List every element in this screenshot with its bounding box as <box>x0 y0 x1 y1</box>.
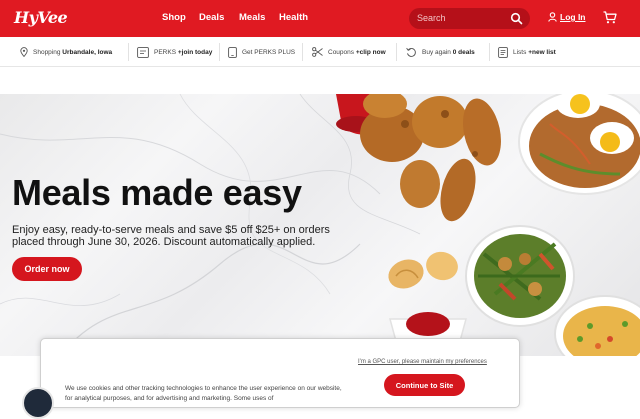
order-now-button[interactable]: Order now <box>12 257 82 281</box>
phone-icon <box>228 46 237 58</box>
nav-shop[interactable]: Shop <box>162 12 186 23</box>
perks-join-link[interactable]: PERKS +join today <box>137 37 212 67</box>
hyvee-logo[interactable]: HyVee <box>14 8 68 27</box>
user-icon <box>548 12 557 22</box>
search-icon[interactable] <box>510 12 523 25</box>
coupons-link[interactable]: Coupons +clip now <box>312 37 386 67</box>
coupons-action: +clip now <box>355 48 386 56</box>
perks-plus-label: Get PERKS PLUS <box>242 48 296 56</box>
nav-deals[interactable]: Deals <box>199 12 224 23</box>
hero-title: Meals made easy <box>12 172 302 213</box>
divider <box>128 43 129 61</box>
nav-health[interactable]: Health <box>279 12 308 23</box>
location-pin-icon <box>20 47 28 57</box>
scissors-icon <box>312 47 323 57</box>
store-name: Urbandale, Iowa <box>62 48 113 56</box>
accessibility-badge[interactable] <box>22 387 54 419</box>
lists-link[interactable]: Lists +new list <box>498 37 556 67</box>
store-prefix: Shopping <box>33 48 61 56</box>
store-selector[interactable]: Shopping Urbandale, Iowa <box>20 37 112 67</box>
lists-action: +new list <box>528 48 556 56</box>
reorder-icon <box>406 47 416 57</box>
utility-bar: Shopping Urbandale, Iowa PERKS +join tod… <box>0 37 640 67</box>
perks-action: +join today <box>177 48 213 56</box>
hero-banner: Meals made easy Enjoy easy, ready-to-ser… <box>0 94 640 356</box>
divider <box>489 43 490 61</box>
gpc-preferences-link[interactable]: I'm a GPC user, please maintain my prefe… <box>358 359 487 365</box>
top-header: HyVee Shop Deals Meals Health Search Log… <box>0 0 640 37</box>
list-icon <box>498 46 508 58</box>
login-link[interactable]: Log In <box>560 12 586 22</box>
buy-again-count: 0 deals <box>452 48 475 56</box>
buy-again-link[interactable]: Buy again 0 deals <box>406 37 475 67</box>
lists-label: Lists <box>513 48 527 56</box>
search-placeholder: Search <box>417 13 446 23</box>
cart-icon[interactable] <box>603 11 617 24</box>
cookie-notice-text: We use cookies and other tracking techno… <box>65 385 342 402</box>
buy-again-label: Buy again <box>422 48 451 56</box>
divider <box>396 43 397 61</box>
perks-label: PERKS <box>154 48 177 56</box>
continue-to-site-button[interactable]: Continue to Site <box>384 374 465 396</box>
hero-description: Enjoy easy, ready-to-serve meals and sav… <box>12 224 330 248</box>
divider <box>302 43 303 61</box>
divider <box>219 43 220 61</box>
cookie-consent-banner: I'm a GPC user, please maintain my prefe… <box>40 338 520 408</box>
search-input[interactable]: Search <box>409 8 530 29</box>
perks-card-icon <box>137 46 149 58</box>
nav-meals[interactable]: Meals <box>239 12 265 23</box>
coupons-label: Coupons <box>328 48 355 56</box>
perks-plus-link[interactable]: Get PERKS PLUS <box>228 37 295 67</box>
